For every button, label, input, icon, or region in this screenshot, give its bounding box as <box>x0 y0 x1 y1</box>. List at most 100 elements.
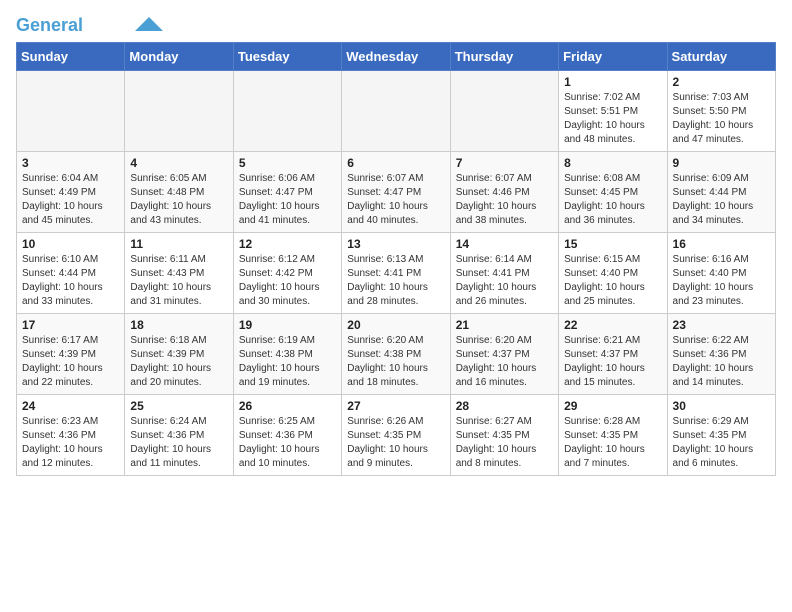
day-number: 17 <box>22 318 119 332</box>
calendar-cell: 10 Sunrise: 6:10 AM Sunset: 4:44 PM Dayli… <box>17 232 125 313</box>
day-header-friday: Friday <box>559 42 667 70</box>
calendar-cell <box>17 70 125 151</box>
day-info: Sunrise: 6:20 AM Sunset: 4:38 PM Dayligh… <box>347 334 444 390</box>
day-info: Sunrise: 6:28 AM Sunset: 4:35 PM Dayligh… <box>564 415 661 471</box>
day-number: 30 <box>673 399 770 413</box>
calendar-cell: 17 Sunrise: 6:17 AM Sunset: 4:39 PM Dayli… <box>17 313 125 394</box>
calendar-cell: 9 Sunrise: 6:09 AM Sunset: 4:44 PM Daylig… <box>667 151 775 232</box>
calendar-cell: 29 Sunrise: 6:28 AM Sunset: 4:35 PM Dayli… <box>559 394 667 475</box>
day-info: Sunrise: 6:16 AM Sunset: 4:40 PM Dayligh… <box>673 253 770 309</box>
day-info: Sunrise: 6:14 AM Sunset: 4:41 PM Dayligh… <box>456 253 553 309</box>
page-header: General <box>16 16 776 34</box>
calendar-cell <box>342 70 450 151</box>
day-number: 29 <box>564 399 661 413</box>
day-number: 6 <box>347 156 444 170</box>
day-number: 25 <box>130 399 227 413</box>
calendar-cell: 21Sunrise: 6:20 AM Sunset: 4:37 PM Dayli… <box>450 313 558 394</box>
day-info: Sunrise: 6:15 AM Sunset: 4:40 PM Dayligh… <box>564 253 661 309</box>
day-number: 26 <box>239 399 336 413</box>
calendar-cell: 25 Sunrise: 6:24 AM Sunset: 4:36 PM Dayli… <box>125 394 233 475</box>
day-header-tuesday: Tuesday <box>233 42 341 70</box>
calendar-cell: 3Sunrise: 6:04 AM Sunset: 4:49 PM Daylig… <box>17 151 125 232</box>
logo: General <box>16 16 163 34</box>
day-number: 22 <box>564 318 661 332</box>
day-number: 24 <box>22 399 119 413</box>
calendar-cell: 16 Sunrise: 6:16 AM Sunset: 4:40 PM Dayli… <box>667 232 775 313</box>
calendar-cell: 23Sunrise: 6:22 AM Sunset: 4:36 PM Dayli… <box>667 313 775 394</box>
day-number: 18 <box>130 318 227 332</box>
day-number: 5 <box>239 156 336 170</box>
calendar-cell: 6 Sunrise: 6:07 AM Sunset: 4:47 PM Daylig… <box>342 151 450 232</box>
calendar-cell: 27 Sunrise: 6:26 AM Sunset: 4:35 PM Dayli… <box>342 394 450 475</box>
day-info: Sunrise: 6:11 AM Sunset: 4:43 PM Dayligh… <box>130 253 227 309</box>
day-info: Sunrise: 6:23 AM Sunset: 4:36 PM Dayligh… <box>22 415 119 471</box>
calendar-cell: 18 Sunrise: 6:18 AM Sunset: 4:39 PM Dayli… <box>125 313 233 394</box>
day-info: Sunrise: 6:07 AM Sunset: 4:46 PM Dayligh… <box>456 172 553 228</box>
calendar-week-3: 10 Sunrise: 6:10 AM Sunset: 4:44 PM Dayli… <box>17 232 776 313</box>
day-header-monday: Monday <box>125 42 233 70</box>
calendar-cell <box>450 70 558 151</box>
day-number: 1 <box>564 75 661 89</box>
day-number: 8 <box>564 156 661 170</box>
day-number: 2 <box>673 75 770 89</box>
day-number: 27 <box>347 399 444 413</box>
day-number: 15 <box>564 237 661 251</box>
day-number: 14 <box>456 237 553 251</box>
calendar-cell: 4 Sunrise: 6:05 AM Sunset: 4:48 PM Daylig… <box>125 151 233 232</box>
calendar-cell: 28 Sunrise: 6:27 AM Sunset: 4:35 PM Dayli… <box>450 394 558 475</box>
day-number: 4 <box>130 156 227 170</box>
calendar-cell: 11 Sunrise: 6:11 AM Sunset: 4:43 PM Dayli… <box>125 232 233 313</box>
day-number: 28 <box>456 399 553 413</box>
logo-icon <box>135 17 163 31</box>
calendar-week-2: 3Sunrise: 6:04 AM Sunset: 4:49 PM Daylig… <box>17 151 776 232</box>
day-info: Sunrise: 6:07 AM Sunset: 4:47 PM Dayligh… <box>347 172 444 228</box>
day-number: 19 <box>239 318 336 332</box>
day-info: Sunrise: 6:22 AM Sunset: 4:36 PM Dayligh… <box>673 334 770 390</box>
day-info: Sunrise: 6:08 AM Sunset: 4:45 PM Dayligh… <box>564 172 661 228</box>
day-info: Sunrise: 6:19 AM Sunset: 4:38 PM Dayligh… <box>239 334 336 390</box>
day-header-sunday: Sunday <box>17 42 125 70</box>
calendar-cell: 22 Sunrise: 6:21 AM Sunset: 4:37 PM Dayli… <box>559 313 667 394</box>
calendar-cell: 14 Sunrise: 6:14 AM Sunset: 4:41 PM Dayli… <box>450 232 558 313</box>
calendar-cell: 1Sunrise: 7:02 AM Sunset: 5:51 PM Daylig… <box>559 70 667 151</box>
day-info: Sunrise: 6:05 AM Sunset: 4:48 PM Dayligh… <box>130 172 227 228</box>
day-info: Sunrise: 6:26 AM Sunset: 4:35 PM Dayligh… <box>347 415 444 471</box>
calendar-cell: 7 Sunrise: 6:07 AM Sunset: 4:46 PM Daylig… <box>450 151 558 232</box>
day-info: Sunrise: 6:13 AM Sunset: 4:41 PM Dayligh… <box>347 253 444 309</box>
day-number: 7 <box>456 156 553 170</box>
day-number: 11 <box>130 237 227 251</box>
calendar-cell: 26Sunrise: 6:25 AM Sunset: 4:36 PM Dayli… <box>233 394 341 475</box>
calendar-table: SundayMondayTuesdayWednesdayThursdayFrid… <box>16 42 776 476</box>
day-number: 12 <box>239 237 336 251</box>
calendar-cell: 8 Sunrise: 6:08 AM Sunset: 4:45 PM Daylig… <box>559 151 667 232</box>
calendar-cell: 30 Sunrise: 6:29 AM Sunset: 4:35 PM Dayli… <box>667 394 775 475</box>
day-info: Sunrise: 6:04 AM Sunset: 4:49 PM Dayligh… <box>22 172 119 228</box>
calendar-cell: 12Sunrise: 6:12 AM Sunset: 4:42 PM Dayli… <box>233 232 341 313</box>
calendar-cell: 20 Sunrise: 6:20 AM Sunset: 4:38 PM Dayli… <box>342 313 450 394</box>
day-info: Sunrise: 6:10 AM Sunset: 4:44 PM Dayligh… <box>22 253 119 309</box>
logo-general: General <box>16 16 83 36</box>
day-number: 16 <box>673 237 770 251</box>
calendar-cell: 15 Sunrise: 6:15 AM Sunset: 4:40 PM Dayli… <box>559 232 667 313</box>
day-info: Sunrise: 6:17 AM Sunset: 4:39 PM Dayligh… <box>22 334 119 390</box>
calendar-week-5: 24 Sunrise: 6:23 AM Sunset: 4:36 PM Dayli… <box>17 394 776 475</box>
calendar-cell: 2 Sunrise: 7:03 AM Sunset: 5:50 PM Daylig… <box>667 70 775 151</box>
day-number: 13 <box>347 237 444 251</box>
day-info: Sunrise: 6:09 AM Sunset: 4:44 PM Dayligh… <box>673 172 770 228</box>
day-number: 20 <box>347 318 444 332</box>
day-info: Sunrise: 6:27 AM Sunset: 4:35 PM Dayligh… <box>456 415 553 471</box>
day-number: 21 <box>456 318 553 332</box>
day-header-thursday: Thursday <box>450 42 558 70</box>
day-header-saturday: Saturday <box>667 42 775 70</box>
calendar-cell <box>125 70 233 151</box>
calendar-cell: 19 Sunrise: 6:19 AM Sunset: 4:38 PM Dayli… <box>233 313 341 394</box>
day-number: 10 <box>22 237 119 251</box>
calendar-cell: 5Sunrise: 6:06 AM Sunset: 4:47 PM Daylig… <box>233 151 341 232</box>
calendar-cell <box>233 70 341 151</box>
day-info: Sunrise: 6:29 AM Sunset: 4:35 PM Dayligh… <box>673 415 770 471</box>
day-info: Sunrise: 6:21 AM Sunset: 4:37 PM Dayligh… <box>564 334 661 390</box>
day-info: Sunrise: 7:03 AM Sunset: 5:50 PM Dayligh… <box>673 91 770 147</box>
day-number: 9 <box>673 156 770 170</box>
day-info: Sunrise: 6:18 AM Sunset: 4:39 PM Dayligh… <box>130 334 227 390</box>
day-info: Sunrise: 6:24 AM Sunset: 4:36 PM Dayligh… <box>130 415 227 471</box>
